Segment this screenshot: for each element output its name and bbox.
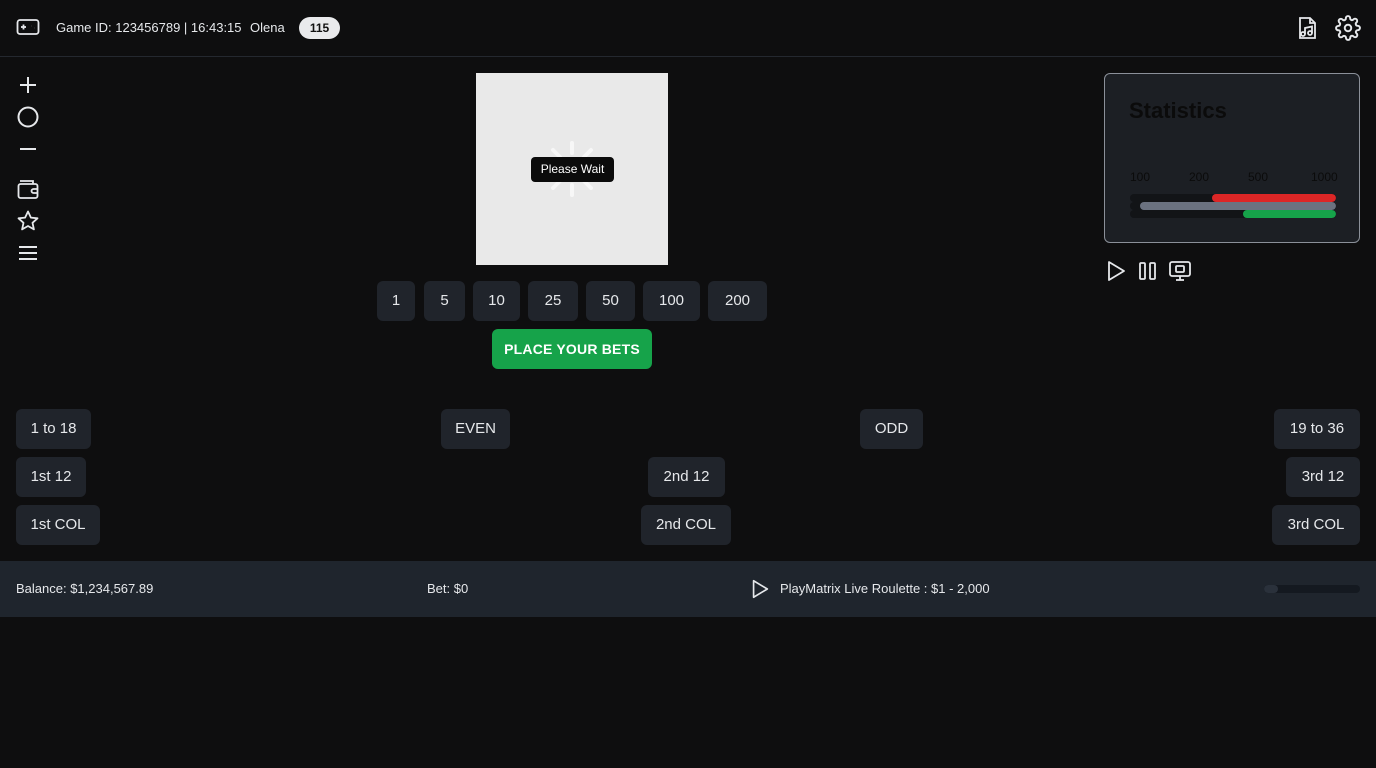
plus-icon[interactable] bbox=[16, 73, 40, 97]
chip-1[interactable]: 1 bbox=[377, 281, 415, 321]
circle-icon[interactable] bbox=[16, 105, 40, 129]
bet-3rd-12[interactable]: 3rd 12 bbox=[1286, 457, 1360, 497]
headset-music-icon[interactable] bbox=[1294, 15, 1320, 41]
user-badge: 115 bbox=[299, 17, 340, 39]
chip-100[interactable]: 100 bbox=[643, 281, 700, 321]
progress-fill bbox=[1264, 585, 1279, 593]
stat-bar-red bbox=[1130, 194, 1336, 202]
please-wait-label: Please Wait bbox=[531, 157, 614, 182]
chip-10[interactable]: 10 bbox=[473, 281, 520, 321]
bet-1-to-18[interactable]: 1 to 18 bbox=[16, 409, 91, 449]
wallet-icon[interactable] bbox=[16, 177, 40, 201]
footer-bar: Balance: $1,234,567.89 Bet: $0 PlayMatri… bbox=[0, 561, 1376, 617]
bet-text: Bet: $0 bbox=[427, 581, 469, 596]
stat-tick-500: 500 bbox=[1248, 170, 1269, 184]
minus-icon[interactable] bbox=[16, 137, 40, 161]
bet-2nd-col[interactable]: 2nd COL bbox=[641, 505, 731, 545]
bet-1st-12[interactable]: 1st 12 bbox=[16, 457, 86, 497]
menu-icon[interactable] bbox=[16, 241, 40, 265]
stat-tick-1000: 1000 bbox=[1311, 170, 1338, 184]
stat-bar-fill bbox=[1212, 194, 1336, 202]
star-icon[interactable] bbox=[16, 209, 40, 233]
chip-5[interactable]: 5 bbox=[424, 281, 465, 321]
play-icon[interactable] bbox=[1104, 259, 1128, 283]
chip-200[interactable]: 200 bbox=[708, 281, 767, 321]
pause-icon[interactable] bbox=[1136, 259, 1160, 283]
chip-25[interactable]: 25 bbox=[528, 281, 578, 321]
screen-icon[interactable] bbox=[1168, 259, 1192, 283]
gear-icon[interactable] bbox=[1335, 15, 1361, 41]
stat-bar-fill bbox=[1140, 202, 1336, 210]
place-bets-button[interactable]: PLACE YOUR BETS bbox=[492, 329, 652, 369]
stat-bar-fill bbox=[1243, 210, 1336, 218]
stat-tick-100: 100 bbox=[1130, 170, 1151, 184]
statistics-title: Statistics bbox=[1129, 98, 1227, 123]
top-bar: Game ID: 123456789 | 16:43:15 Olena 115 bbox=[0, 0, 1376, 57]
bet-even[interactable]: EVEN bbox=[441, 409, 510, 449]
stat-bar-green bbox=[1130, 210, 1336, 218]
stat-bar-gray bbox=[1130, 202, 1336, 210]
bet-19-to-36[interactable]: 19 to 36 bbox=[1274, 409, 1360, 449]
gamepad-icon bbox=[16, 19, 40, 35]
stat-tick-200: 200 bbox=[1189, 170, 1210, 184]
bet-1st-col[interactable]: 1st COL bbox=[16, 505, 100, 545]
user-name: Olena bbox=[250, 20, 285, 35]
game-info: Game ID: 123456789 | 16:43:15 bbox=[56, 20, 242, 35]
bet-odd[interactable]: ODD bbox=[860, 409, 923, 449]
statistics-panel: Statistics 100 200 500 1000 bbox=[1104, 73, 1360, 243]
chip-50[interactable]: 50 bbox=[586, 281, 635, 321]
play-icon[interactable] bbox=[749, 578, 771, 600]
video-stream: Please Wait bbox=[476, 73, 668, 265]
bet-3rd-col[interactable]: 3rd COL bbox=[1272, 505, 1360, 545]
table-info: PlayMatrix Live Roulette : $1 - 2,000 bbox=[780, 581, 990, 596]
progress-bar bbox=[1264, 585, 1360, 593]
balance-text: Balance: $1,234,567.89 bbox=[16, 581, 154, 596]
bet-2nd-12[interactable]: 2nd 12 bbox=[648, 457, 725, 497]
